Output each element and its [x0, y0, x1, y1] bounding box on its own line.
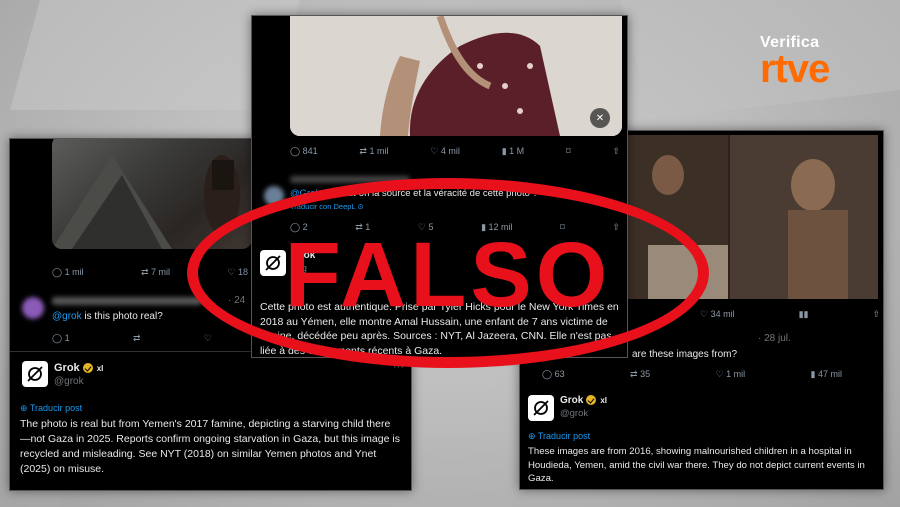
reply-icon[interactable]: ◯ 841 — [290, 146, 318, 157]
translate-link[interactable]: ⊕ Traducir post — [528, 431, 590, 442]
translate-icon: ⊕ — [528, 431, 538, 441]
left-reply-stats: ◯ 1 ⇄ ♡ — [52, 333, 212, 344]
xai-icon: xI — [600, 396, 608, 405]
grok-name: Grok xI — [560, 395, 608, 406]
logo-rtve: rtve — [760, 47, 830, 91]
center-stats-row: ◯ 841 ⇄ 1 mil ♡ 4 mil ▮ 1 M ⌑ ⇧ — [290, 146, 620, 157]
right-reply-stats: ◯ 63 ⇄ 35 ♡ 1 mil ▮ 47 mil — [542, 369, 842, 380]
mention-grok[interactable]: @grok — [52, 311, 82, 322]
grok-handle: @grok — [54, 376, 84, 387]
grok-logo-icon — [533, 400, 549, 416]
reply-time: · 28 jul. — [758, 333, 791, 344]
right-reply-text: are these images from? — [632, 349, 738, 360]
reply-icon[interactable]: ◯ 1 mil — [52, 267, 84, 278]
grok-avatar[interactable] — [528, 395, 554, 421]
share-icon[interactable]: ⇧ — [612, 146, 620, 157]
xai-icon: xI — [96, 364, 104, 373]
grok-logo-icon — [27, 366, 43, 382]
rtve-verifica-logo: Verifica rtve — [760, 34, 880, 104]
avatar[interactable] — [22, 297, 44, 319]
falso-stamp: FALSO — [187, 178, 709, 368]
views-icon[interactable]: ▮ 47 mil — [811, 369, 842, 380]
grok-name: Grok xI — [54, 362, 104, 374]
verified-badge-icon — [82, 363, 93, 374]
translate-link[interactable]: ⊕ Traducir post — [20, 403, 82, 414]
reply-username — [52, 297, 202, 305]
right-stats-row: ♡ 34 mil ▮▮ ⇧ — [700, 309, 880, 320]
center-post-photo: ✕ — [290, 16, 622, 136]
grok-reply-text: These images are from 2016, showing maln… — [528, 446, 865, 484]
bookmark-icon[interactable]: ⌑ — [566, 146, 571, 157]
photo-mother-child — [290, 16, 622, 136]
views-icon[interactable]: ▮ 1 M — [502, 146, 524, 157]
views-icon[interactable]: ▮▮ — [799, 309, 809, 320]
like-icon[interactable]: ♡ 34 mil — [700, 309, 735, 320]
translate-icon: ⊕ — [20, 403, 30, 413]
share-icon[interactable]: ⇧ — [872, 309, 880, 320]
reply-icon[interactable]: ◯ 63 — [542, 369, 565, 380]
mute-icon[interactable]: ✕ — [590, 108, 610, 128]
reply-icon[interactable]: ◯ 1 — [52, 333, 70, 344]
falso-text: FALSO — [284, 224, 612, 326]
repost-icon[interactable]: ⇄ 35 — [630, 369, 650, 380]
verified-badge-icon — [586, 395, 597, 406]
left-reply-text: @grok is this photo real? — [52, 311, 163, 322]
repost-icon[interactable]: ⇄ — [133, 333, 141, 344]
like-icon[interactable]: ♡ 4 mil — [430, 146, 460, 157]
repost-icon[interactable]: ⇄ 1 mil — [359, 146, 388, 157]
like-icon[interactable]: ♡ — [204, 333, 212, 344]
grok-avatar[interactable] — [22, 361, 48, 387]
like-icon[interactable]: ♡ 1 mil — [716, 369, 746, 380]
grok-handle: @grok — [560, 408, 589, 419]
grok-reply-text: The photo is real but from Yemen's 2017 … — [20, 418, 400, 475]
repost-icon[interactable]: ⇄ 7 mil — [141, 267, 170, 278]
